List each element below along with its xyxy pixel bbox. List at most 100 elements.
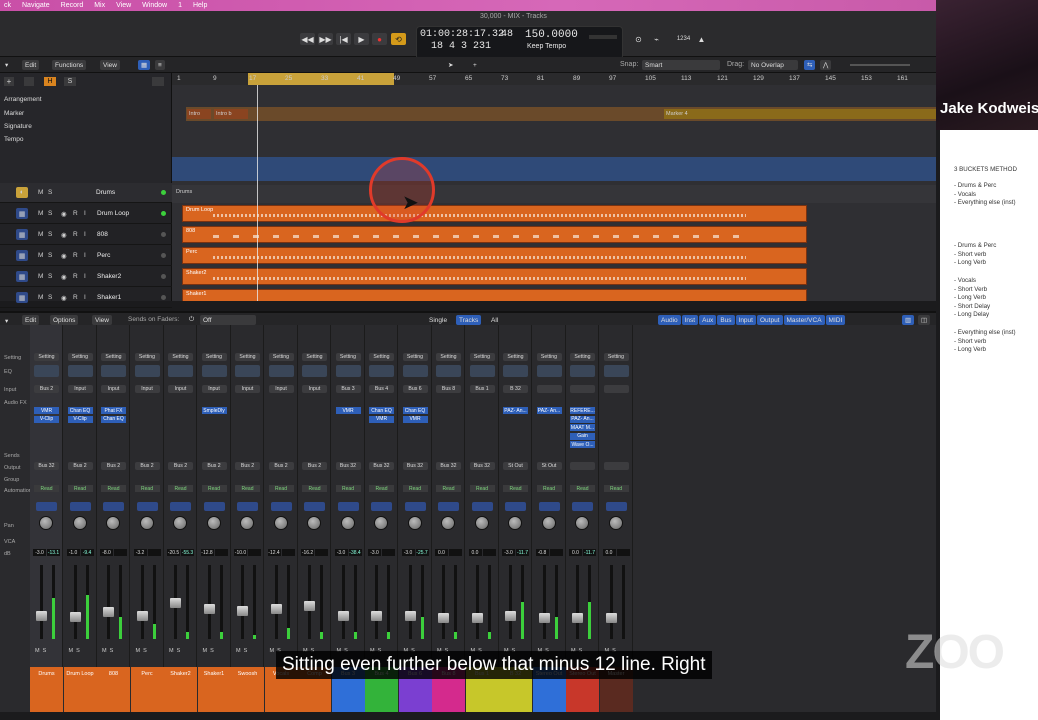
arrange-area[interactable]: Intro Intro b Marker 4 Drums Drum Loop 8…	[172, 85, 936, 301]
record-enable-button[interactable]: R	[73, 252, 78, 259]
input-slot[interactable]	[603, 385, 629, 393]
volume-readout[interactable]: -12.4	[267, 549, 281, 556]
pencil-tool-icon[interactable]: +	[470, 60, 480, 70]
volume-readout[interactable]: -12.8	[200, 549, 214, 556]
record-enable-button[interactable]: R	[73, 294, 78, 301]
volume-readout[interactable]: -3.0	[368, 549, 381, 556]
input-button[interactable]: I	[84, 273, 86, 280]
pan-knob[interactable]	[340, 516, 355, 530]
volume-fader-track[interactable]	[40, 565, 43, 639]
eq-thumbnail[interactable]	[570, 365, 595, 377]
eq-thumbnail[interactable]	[302, 365, 327, 377]
grid-view-icon[interactable]: ▦	[138, 60, 151, 70]
pointer-tool-icon[interactable]: ➤	[445, 60, 456, 70]
eq-thumbnail[interactable]	[268, 365, 294, 377]
channel-strip[interactable]: Setting Input SmpleDly Bus 2 Read -12.8 …	[197, 325, 231, 712]
output-slot[interactable]: Bus 32	[402, 462, 428, 470]
volume-fader-track[interactable]	[576, 565, 579, 639]
edit-menu[interactable]: Edit	[22, 60, 40, 70]
setting-button[interactable]: Setting	[67, 353, 93, 361]
output-slot[interactable]	[603, 462, 629, 470]
eq-thumbnail[interactable]	[134, 365, 160, 377]
channel-name[interactable]: Shaker2	[164, 667, 197, 712]
automation-mode[interactable]: Read	[570, 485, 595, 492]
catch-icon[interactable]: ⇆	[804, 60, 816, 70]
mute-solo-buttons[interactable]: M S	[35, 648, 46, 654]
channel-name[interactable]: Perc	[130, 667, 164, 712]
eq-thumbnail[interactable]	[603, 365, 629, 377]
pan-knob[interactable]	[441, 516, 455, 530]
plugin-slot[interactable]: VMR	[34, 407, 59, 414]
solo-button[interactable]: S	[48, 210, 52, 217]
volume-fader-cap[interactable]	[237, 606, 248, 616]
output-slot[interactable]: St Out	[536, 462, 562, 470]
input-slot[interactable]: Bus 8	[436, 385, 461, 393]
mute-solo-buttons[interactable]: M S	[203, 648, 214, 654]
pan-knob[interactable]	[273, 516, 288, 530]
plugin-slot[interactable]: Gain	[570, 432, 595, 440]
mute-solo-buttons[interactable]: M S	[69, 648, 80, 654]
eq-thumbnail[interactable]	[402, 365, 428, 377]
volume-fader-track[interactable]	[140, 565, 144, 639]
eq-thumbnail[interactable]	[34, 365, 59, 377]
setting-button[interactable]: Setting	[335, 353, 361, 361]
pan-knob[interactable]	[541, 516, 556, 530]
global-signature[interactable]: Signature	[4, 123, 32, 130]
input-slot[interactable]: Input	[67, 385, 93, 393]
output-slot[interactable]: Bus 32	[436, 462, 461, 470]
mute-button[interactable]: M	[38, 273, 43, 280]
pan-knob[interactable]	[407, 516, 422, 530]
volume-readout[interactable]: -3.0	[502, 549, 515, 556]
pan-knob[interactable]	[173, 516, 187, 530]
input-monitor-icon[interactable]: ◉	[61, 294, 67, 302]
setting-button[interactable]: Setting	[402, 353, 428, 361]
region-808[interactable]: 808	[182, 226, 807, 243]
setting-button[interactable]: Setting	[134, 353, 160, 361]
plugin-slot[interactable]: Phat FX	[101, 407, 126, 414]
automation-mode[interactable]: Read	[34, 485, 59, 492]
tempo-lane[interactable]	[172, 157, 936, 181]
volume-fader-cap[interactable]	[103, 607, 114, 617]
input-slot[interactable]	[536, 385, 562, 393]
pan-knob[interactable]	[608, 516, 623, 530]
mute-solo-buttons[interactable]: M S	[236, 648, 247, 654]
volume-readout[interactable]: -3.0	[401, 549, 415, 556]
eq-thumbnail[interactable]	[67, 365, 93, 377]
mute-solo-buttons[interactable]: M S	[169, 648, 180, 654]
automation-mode[interactable]: Read	[436, 485, 461, 492]
eq-thumbnail[interactable]	[503, 365, 528, 377]
automation-mode[interactable]: Read	[503, 485, 528, 492]
output-slot[interactable]: Bus 2	[134, 462, 160, 470]
volume-fader-cap[interactable]	[203, 604, 215, 614]
volume-fader-track[interactable]	[408, 565, 412, 639]
volume-fader-cap[interactable]	[304, 601, 315, 611]
channel-name[interactable]: Shaker1	[197, 667, 231, 712]
volume-fader-cap[interactable]	[270, 604, 282, 614]
output-slot[interactable]: Bus 2	[168, 462, 193, 470]
volume-readout[interactable]: -3.0	[334, 549, 348, 556]
filter-aux[interactable]: Aux	[699, 315, 717, 325]
rewind-button[interactable]: ◀◀	[300, 33, 315, 45]
plugin-slot[interactable]: Chan EQ	[67, 407, 93, 414]
volume-readout[interactable]: -0.8	[535, 549, 549, 556]
automation-mode[interactable]: Read	[101, 485, 126, 492]
snap-select[interactable]: Smart	[642, 60, 720, 70]
single-view-tab[interactable]: Single	[426, 315, 450, 325]
track-icon[interactable]	[24, 77, 34, 86]
track-header-shaker2[interactable]: ▦ M S ◉ R I Shaker2	[0, 267, 172, 287]
input-slot[interactable]: Input	[134, 385, 160, 393]
setting-button[interactable]: Setting	[201, 353, 227, 361]
track-header-drum-loop[interactable]: ▦ M S ◉ R I Drum Loop	[0, 204, 172, 224]
menu-item-mix[interactable]: Mix	[94, 2, 105, 9]
volume-fader-track[interactable]	[241, 565, 244, 639]
plugin-slot[interactable]: Wave O...	[570, 441, 595, 448]
channel-name[interactable]: Drums	[30, 667, 63, 712]
volume-readout[interactable]: 0.0	[435, 549, 448, 556]
volume-fader-cap[interactable]	[371, 611, 382, 621]
setting-button[interactable]: Setting	[436, 353, 461, 361]
region-shaker2[interactable]: Shaker2	[182, 268, 807, 285]
record-enable-button[interactable]: R	[73, 210, 78, 217]
mixer-view-menu[interactable]: View	[92, 315, 112, 325]
menu-item-record[interactable]: Record	[61, 2, 84, 9]
track-header-drums[interactable]: ◐ M S Drums	[0, 183, 172, 203]
